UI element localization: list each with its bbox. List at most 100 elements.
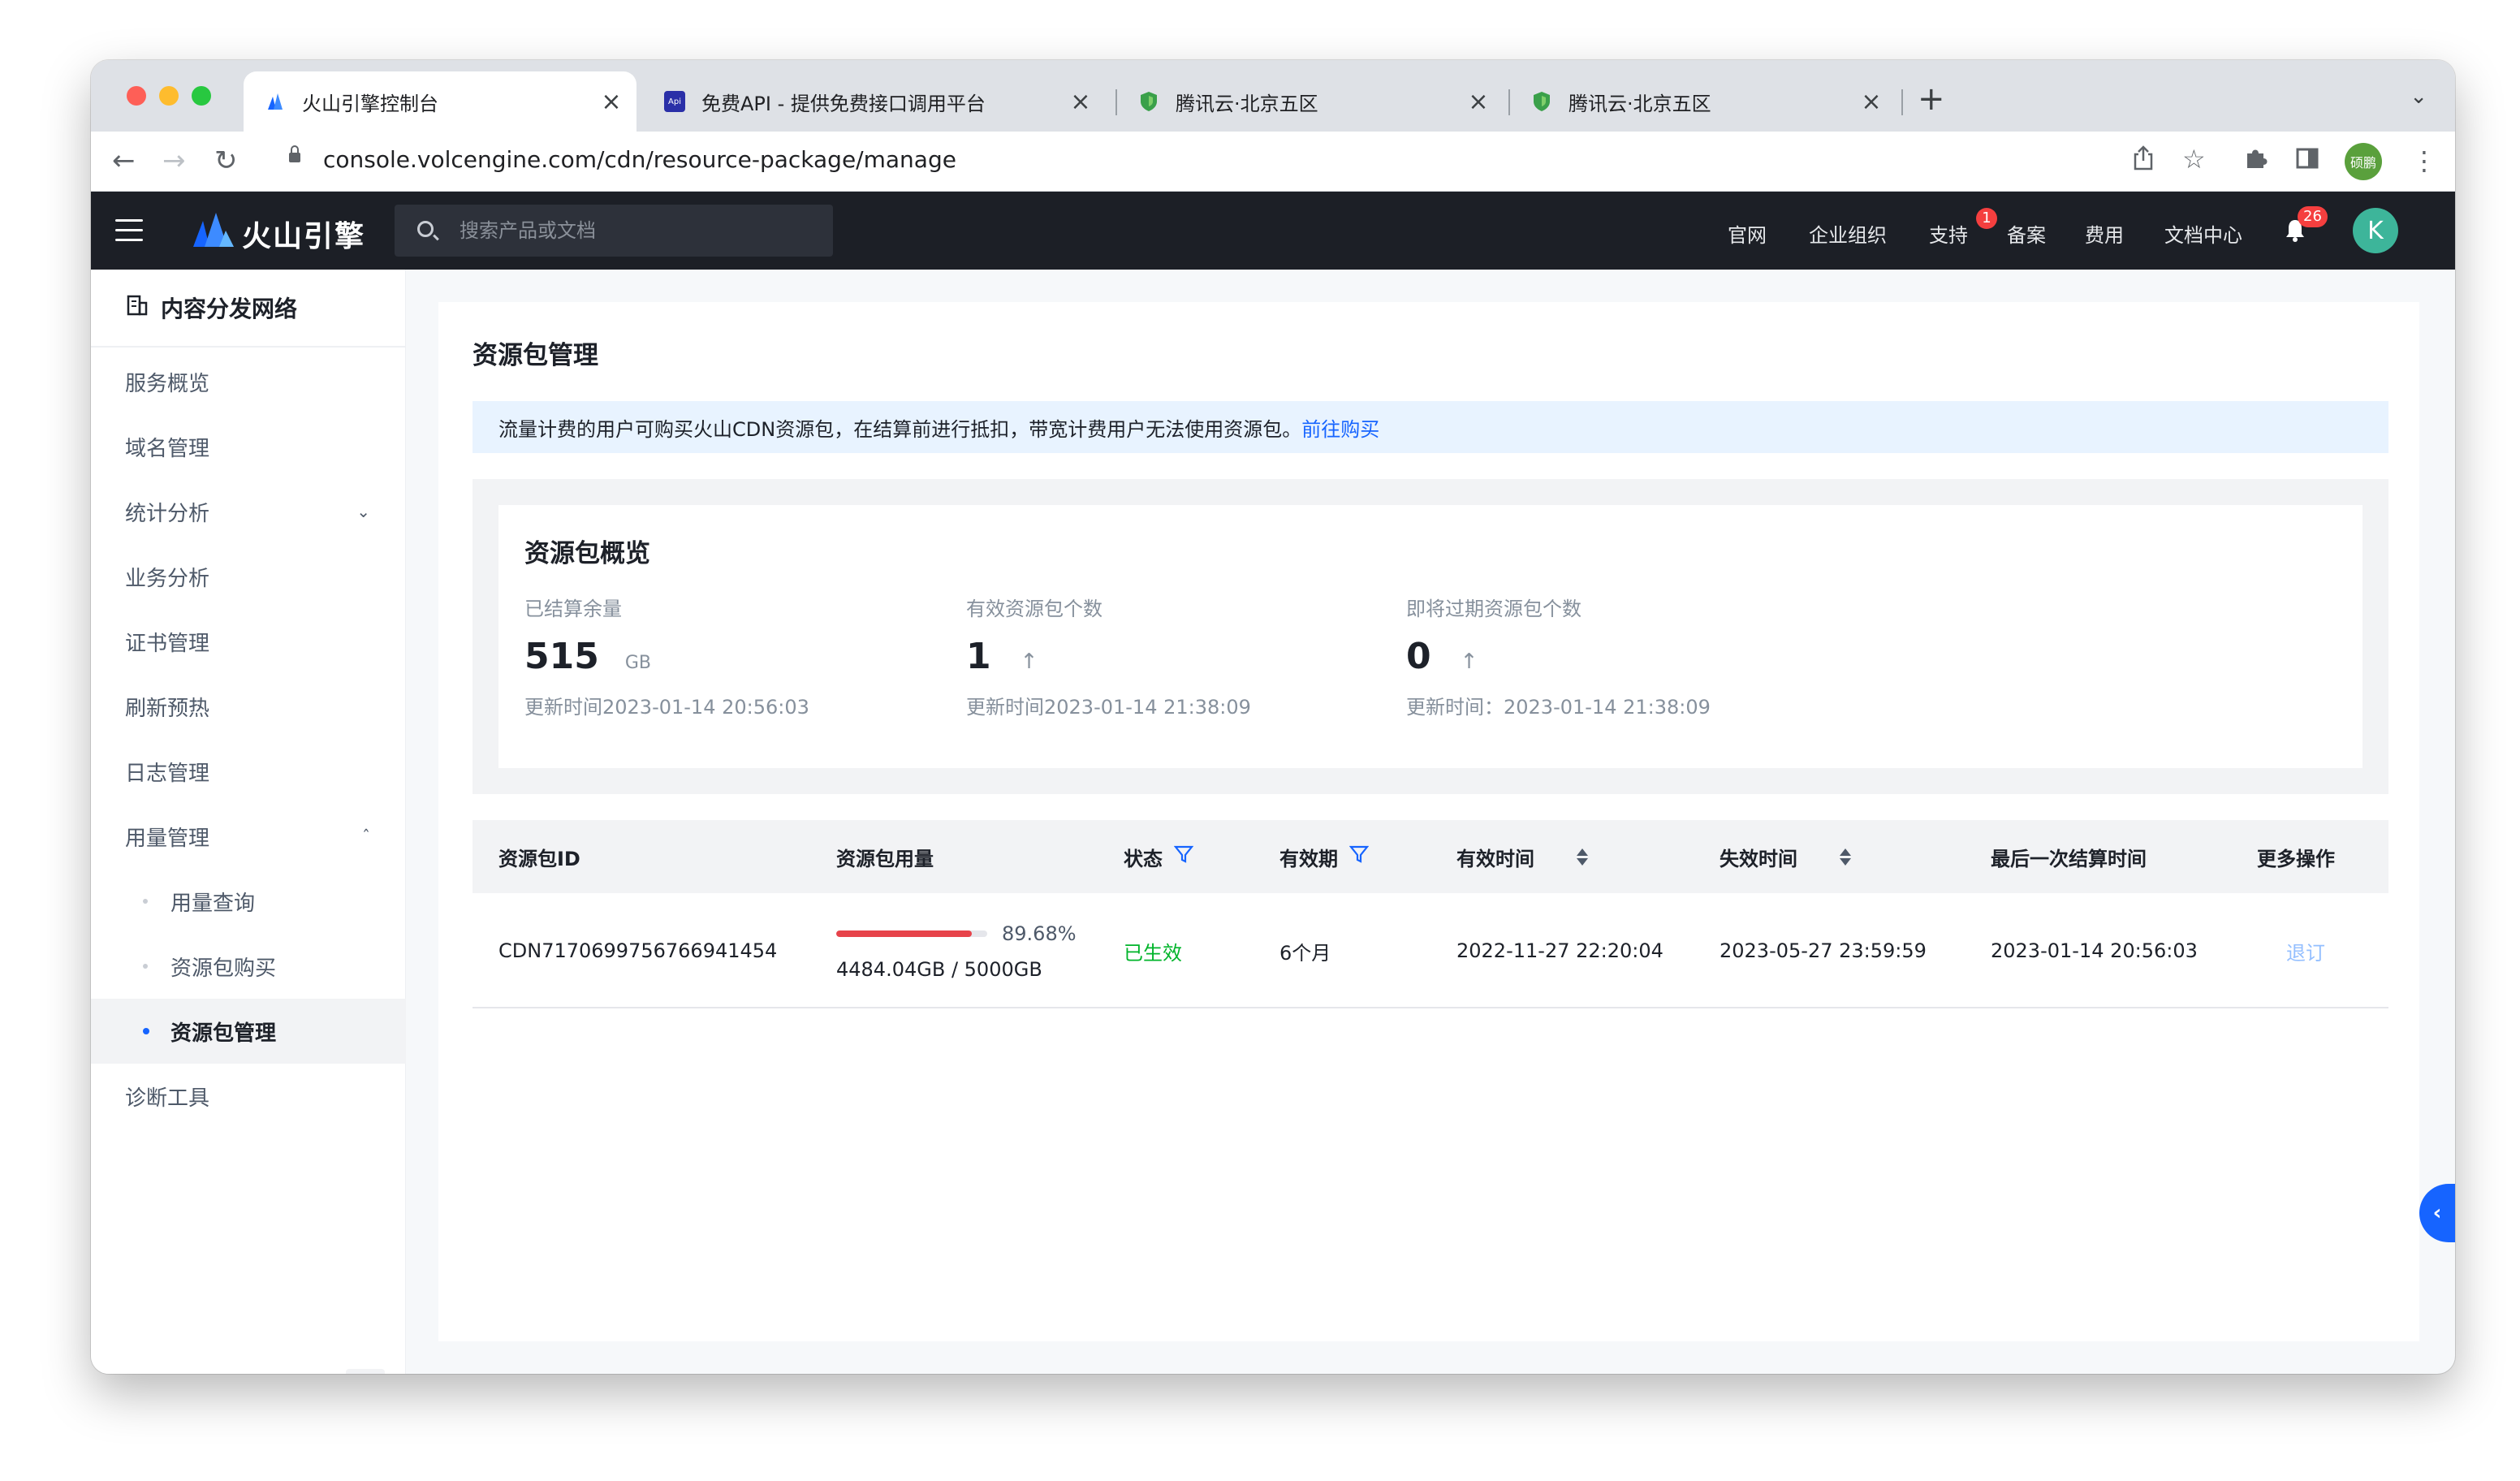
sidebar-sub-package-manage[interactable]: 资源包管理: [91, 999, 406, 1064]
cell-package-id: CDN7170699756766941454: [498, 939, 778, 962]
browser-tab-freeapi[interactable]: Api 免费API - 提供免费接口调用平台 ×: [643, 71, 1106, 132]
nav-billing[interactable]: 费用: [2085, 219, 2124, 248]
search-input[interactable]: [460, 205, 817, 257]
forward-arrow-icon[interactable]: →: [162, 145, 186, 177]
sidebar-item-logs[interactable]: 日志管理: [91, 739, 406, 804]
close-tab-icon[interactable]: ×: [1858, 88, 1885, 116]
table-header: 资源包ID 资源包用量 状态 有效期 有效时间 失效时间 最后一次结算时间 更多…: [472, 820, 2388, 893]
browser-tab-tencent-2[interactable]: 腾讯云·北京五区 ×: [1510, 71, 1896, 132]
page-title: 资源包管理: [472, 341, 598, 370]
close-tab-icon[interactable]: ×: [1465, 88, 1492, 116]
share-icon[interactable]: [2132, 145, 2155, 178]
cell-start-time: 2022-11-27 22:20:04: [1456, 939, 1663, 962]
usage-amount: 4484.04GB / 5000GB: [836, 958, 1042, 981]
unsubscribe-link[interactable]: 退订: [2286, 893, 2325, 1008]
nav-enterprise-org[interactable]: 企业组织: [1809, 219, 1887, 248]
sidebar-product-title: 内容分发网络: [161, 296, 298, 322]
tab-search-chevron-icon[interactable]: ⌄: [2410, 84, 2427, 109]
overview-section: 资源包概览 已结算余量 515 GB 更新时间2023-01-14 20:56:…: [472, 479, 2388, 794]
user-avatar[interactable]: K: [2353, 208, 2398, 253]
sort-icon[interactable]: [1577, 848, 1588, 866]
side-panel-icon[interactable]: [2296, 145, 2319, 177]
browser-tab-tencent-1[interactable]: 腾讯云·北京五区 ×: [1117, 71, 1504, 132]
nav-official-site[interactable]: 官网: [1728, 219, 1767, 248]
sidebar-item-usage[interactable]: 用量管理 ˆ: [91, 804, 406, 869]
col-status: 状态: [1124, 820, 1194, 893]
lock-icon: [289, 145, 300, 162]
profile-avatar[interactable]: 硕鹏: [2345, 143, 2382, 180]
tab-strip: 火山引擎控制台 × Api 免费API - 提供免费接口调用平台 × 腾讯云·北…: [91, 60, 2455, 132]
search-icon: [417, 221, 434, 237]
more-vert-icon[interactable]: ⋮: [2411, 145, 2437, 177]
browser-window: 火山引擎控制台 × Api 免费API - 提供免费接口调用平台 × 腾讯云·北…: [91, 60, 2455, 1374]
sidebar-item-business[interactable]: 业务分析: [91, 544, 406, 609]
arrow-up-icon: ↑: [1460, 650, 1478, 674]
col-last-settle: 最后一次结算时间: [1991, 847, 2147, 870]
filter-icon[interactable]: [1348, 844, 1370, 869]
star-icon[interactable]: ☆: [2182, 143, 2206, 175]
buy-now-link[interactable]: 前往购买: [1301, 413, 1379, 442]
nav-icp-filing[interactable]: 备案: [2007, 219, 2046, 248]
col-start-time: 有效时间: [1456, 820, 1588, 893]
browser-toolbar: ← → ↻ console.volcengine.com/cdn/resourc…: [91, 132, 2455, 192]
info-alert: 流量计费的用户可购买火山CDN资源包，在结算前进行抵扣，带宽计费用户无法使用资源…: [472, 401, 2388, 453]
close-tab-icon[interactable]: ×: [1067, 88, 1094, 116]
stat-value: 1: [966, 636, 991, 677]
tab-title: 腾讯云·北京五区: [1569, 92, 1711, 115]
sidebar-item-domains[interactable]: 域名管理: [91, 414, 406, 479]
stat-value: 515: [524, 636, 599, 677]
col-end-time: 失效时间: [1720, 820, 1851, 893]
brand-name[interactable]: 火山引擎: [242, 213, 365, 255]
overview-title: 资源包概览: [524, 539, 650, 568]
support-badge: 1: [1976, 208, 1997, 229]
browser-tab-volcengine[interactable]: 火山引擎控制台 ×: [244, 71, 636, 132]
extensions-icon[interactable]: [2244, 145, 2268, 177]
zoom-window-button[interactable]: [192, 86, 211, 106]
reload-icon[interactable]: ↻: [214, 145, 238, 177]
tab-separator: [1901, 89, 1903, 115]
sidebar-item-overview[interactable]: 服务概览: [91, 349, 406, 414]
col-period: 有效期: [1279, 820, 1370, 893]
table-row: CDN7170699756766941454 89.68% 4484.04GB …: [472, 893, 2388, 1008]
sidebar-item-refresh-preload[interactable]: 刷新预热: [91, 674, 406, 739]
usage-progress-bar: [836, 930, 987, 937]
close-tab-icon[interactable]: ×: [598, 88, 625, 116]
col-package-id: 资源包ID: [498, 847, 580, 870]
sort-icon[interactable]: [1840, 848, 1851, 866]
back-arrow-icon[interactable]: ←: [112, 145, 136, 177]
nav-support[interactable]: 支持: [1929, 219, 1968, 248]
arrow-up-icon: ↑: [1020, 650, 1038, 674]
chevron-down-icon: ⌄: [356, 502, 370, 521]
product-search[interactable]: [395, 205, 833, 257]
collapse-sidebar-icon[interactable]: [346, 1369, 385, 1374]
sidebar-sub-package-purchase[interactable]: 资源包购买: [91, 934, 406, 999]
sidebar-item-certificates[interactable]: 证书管理: [91, 609, 406, 674]
notification-badge: 26: [2298, 206, 2328, 227]
cell-last-settle: 2023-01-14 20:56:03: [1991, 939, 2198, 962]
volcengine-logo-icon: [192, 211, 235, 252]
minimize-window-button[interactable]: [159, 86, 179, 106]
overview-card: 资源包概览 已结算余量 515 GB 更新时间2023-01-14 20:56:…: [498, 505, 2362, 768]
filter-icon[interactable]: [1173, 844, 1194, 869]
stat-settled-balance: 已结算余量 515 GB 更新时间2023-01-14 20:56:03: [524, 598, 809, 719]
tab-title: 腾讯云·北京五区: [1176, 92, 1318, 115]
sidebar-sub-usage-query[interactable]: 用量查询: [91, 869, 406, 934]
cell-usage: 89.68% 4484.04GB / 5000GB: [836, 919, 1080, 981]
menu-icon[interactable]: [115, 219, 143, 248]
status-badge: 已生效: [1124, 941, 1182, 965]
sidebar-item-statistics[interactable]: 统计分析 ⌄: [91, 479, 406, 544]
api-icon: Api: [664, 91, 685, 112]
nav-docs[interactable]: 文档中心: [2164, 219, 2242, 248]
sidebar-item-diagnostics[interactable]: 诊断工具: [91, 1064, 406, 1129]
address-bar[interactable]: console.volcengine.com/cdn/resource-pack…: [323, 146, 956, 173]
col-usage: 资源包用量: [836, 847, 934, 870]
new-tab-button[interactable]: +: [1918, 83, 1945, 115]
floating-chevron-left-icon[interactable]: ‹: [2419, 1184, 2455, 1242]
cell-period: 6个月: [1279, 941, 1331, 965]
sidebar-product-header: 内容分发网络: [91, 270, 405, 348]
building-icon: [125, 293, 149, 323]
tab-title: 火山引擎控制台: [302, 92, 438, 115]
usage-percent: 89.68%: [1002, 922, 1077, 945]
close-window-button[interactable]: [127, 86, 146, 106]
volcengine-icon: [265, 91, 286, 112]
